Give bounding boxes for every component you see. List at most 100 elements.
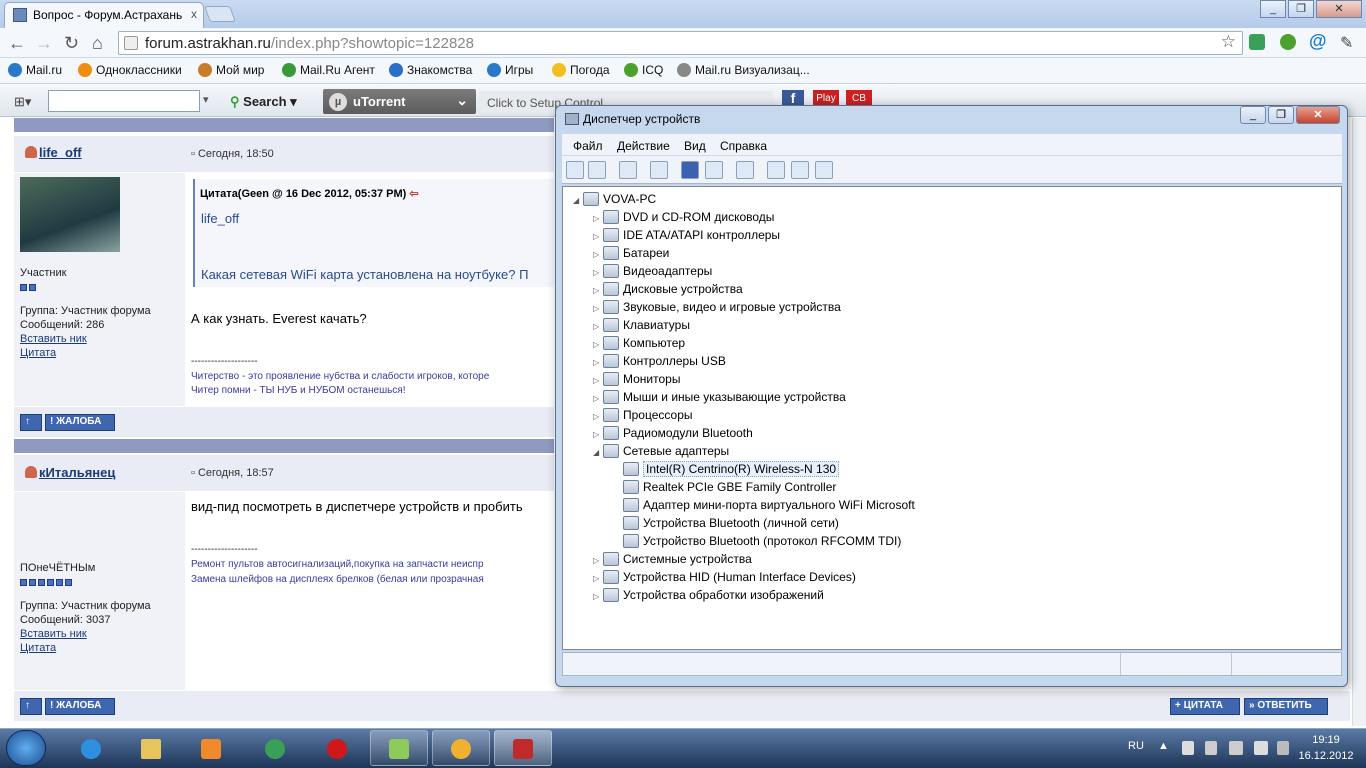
taskbar-opera[interactable] [308,730,366,766]
search-button[interactable]: ⚲ Search ▾ [230,94,297,110]
console-tree-icon[interactable] [650,161,668,179]
plus-menu-icon[interactable]: ⊞▾ [14,94,31,110]
scan-hardware-icon[interactable] [736,161,754,179]
tree-category[interactable]: ▷ Звуковые, видео и игровые устройства [593,298,841,316]
complain-button[interactable]: ! ЖАЛОБА [45,414,115,431]
post-author[interactable]: кИтальянец [25,465,115,480]
view-icon[interactable] [705,161,723,179]
taskbar-device-manager[interactable] [494,730,552,766]
battery-icon[interactable] [1277,741,1289,755]
reply-button[interactable]: » ОТВЕТИТЬ [1244,698,1328,715]
bookmark-star-icon[interactable]: ☆ [1221,32,1236,52]
tree-category-network[interactable]: ◢ Сетевые адаптеры [593,442,729,460]
tree-device[interactable]: Адаптер мини-порта виртуального WiFi Mic… [623,496,915,514]
clock-time[interactable]: 19:19 [1304,734,1348,746]
icq-extension-icon[interactable] [1280,34,1296,50]
tree-category[interactable]: ▷ IDE ATA/ATAPI контроллеры [593,226,780,244]
tree-device-selected[interactable]: Intel(R) Centrino(R) Wireless-N 130 [623,460,840,478]
tree-category[interactable]: ▷ Контроллеры USB [593,352,726,370]
quote-link[interactable]: Цитата [20,347,56,359]
tree-category[interactable]: ▷ Дисковые устройства [593,280,743,298]
scroll-up-button[interactable]: ↑ [20,414,42,431]
network-icon[interactable] [1229,741,1243,755]
forward-icon[interactable] [588,161,606,179]
tree-device[interactable]: Realtek PCIe GBE Family Controller [623,478,836,496]
utorrent-button[interactable]: µ uTorrent ⌄ [323,89,476,114]
complain-button[interactable]: ! ЖАЛОБА [45,698,115,715]
language-indicator[interactable]: RU [1128,740,1144,752]
taskbar-media-player[interactable] [182,730,240,766]
properties-icon[interactable] [619,161,637,179]
taskbar-app[interactable] [370,730,428,766]
bookmark-igry[interactable]: Игры [487,63,533,77]
minimize-button[interactable]: _ [1260,0,1286,18]
update-driver-icon[interactable] [767,161,785,179]
tab-close-icon[interactable]: x [191,7,197,21]
show-hidden-icons-icon[interactable]: ▲ [1158,740,1169,752]
bookmark-odnoklassniki[interactable]: Одноклассники [78,63,182,77]
help-icon[interactable] [681,161,699,179]
back-icon[interactable] [566,161,584,179]
volume-icon[interactable] [1254,741,1268,755]
bookmark-mailru[interactable]: Mail.ru [8,63,62,77]
tree-category[interactable]: ▷ Видеоадаптеры [593,262,712,280]
flag-icon[interactable] [1182,741,1194,755]
taskbar-ie[interactable] [62,730,120,766]
tree-category[interactable]: ▷ Устройства обработки изображений [593,586,824,604]
page-scrollbar[interactable] [1352,118,1366,726]
menu-action[interactable]: Действие [617,139,670,153]
maximize-button[interactable]: ❐ [1268,106,1294,124]
tree-root[interactable]: ◢ VOVA-PC [573,190,656,208]
bookmark-visual[interactable]: Mail.ru Визуализац... [677,63,810,77]
bookmark-icq[interactable]: ICQ [624,63,663,77]
tree-category[interactable]: ▷ Мониторы [593,370,680,388]
tree-category[interactable]: ▷ Мыши и иные указывающие устройства [593,388,846,406]
bookmark-pogoda[interactable]: Погода [552,63,610,77]
bookmark-znakomstva[interactable]: Знакомства [389,63,472,77]
uninstall-icon[interactable] [791,161,809,179]
tree-category[interactable]: ▷ Компьютер [593,334,685,352]
reload-icon[interactable]: ↻ [64,33,79,54]
minimize-button[interactable]: _ [1240,106,1266,124]
tree-category[interactable]: ▷ Радиомодули Bluetooth [593,424,753,442]
tree-device[interactable]: Устройства Bluetooth (личной сети) [623,514,839,532]
menu-file[interactable]: Файл [573,139,603,153]
taskbar-mail-agent[interactable] [246,730,304,766]
home-icon[interactable]: ⌂ [92,33,103,54]
close-button[interactable]: ✕ [1296,106,1340,124]
toolbar-search-input[interactable] [48,90,200,112]
disable-icon[interactable] [815,161,833,179]
new-tab-button[interactable] [204,6,236,22]
tree-category[interactable]: ▷ Клавиатуры [593,316,690,334]
mail-agent-icon[interactable]: @ [1309,31,1327,52]
maximize-button[interactable]: ❐ [1288,0,1314,18]
back-arrow-icon[interactable]: ← [8,33,26,54]
tree-category[interactable]: ▷ Системные устройства [593,550,752,568]
post-author[interactable]: life_off [25,145,82,160]
close-window-button[interactable]: ✕ [1316,0,1362,18]
cite-button[interactable]: + ЦИТАТА [1170,698,1240,715]
tree-category[interactable]: ▷ Процессоры [593,406,693,424]
tree-category[interactable]: ▷ Устройства HID (Human Interface Devices… [593,568,856,586]
tree-device[interactable]: Устройство Bluetooth (протокол RFCOMM TD… [623,532,901,550]
wrench-icon[interactable]: ✎ [1340,33,1353,53]
taskbar-explorer[interactable] [122,730,180,766]
device-tree[interactable]: ◢ VOVA-PC ▷ DVD и CD-ROM дисководы ▷ IDE AT… [562,186,1342,650]
clock-date[interactable]: 16.12.2012 [1290,750,1362,762]
menu-help[interactable]: Справка [720,139,767,153]
search-dropdown-icon[interactable]: ▾ [203,93,209,106]
menu-view[interactable]: Вид [684,139,706,153]
quote-link[interactable]: Цитата [20,642,56,654]
device-icon[interactable] [1205,741,1217,755]
tree-category[interactable]: ▷ DVD и CD-ROM дисководы [593,208,774,226]
browser-tab[interactable]: Вопрос - Форум.Астрахань x [4,2,204,28]
forward-arrow-icon[interactable]: → [35,33,53,54]
scroll-up-button[interactable]: ↑ [20,698,42,715]
bookmark-agent[interactable]: Mail.Ru Агент [282,63,375,77]
insert-nick-link[interactable]: Вставить ник [20,333,87,345]
extension-icon[interactable] [1249,34,1265,50]
insert-nick-link[interactable]: Вставить ник [20,628,87,640]
tree-category[interactable]: ▷ Батареи [593,244,669,262]
address-bar[interactable]: forum.astrakhan.ru/index.php?showtopic=1… [118,31,1243,55]
taskbar-chrome[interactable] [432,730,490,766]
